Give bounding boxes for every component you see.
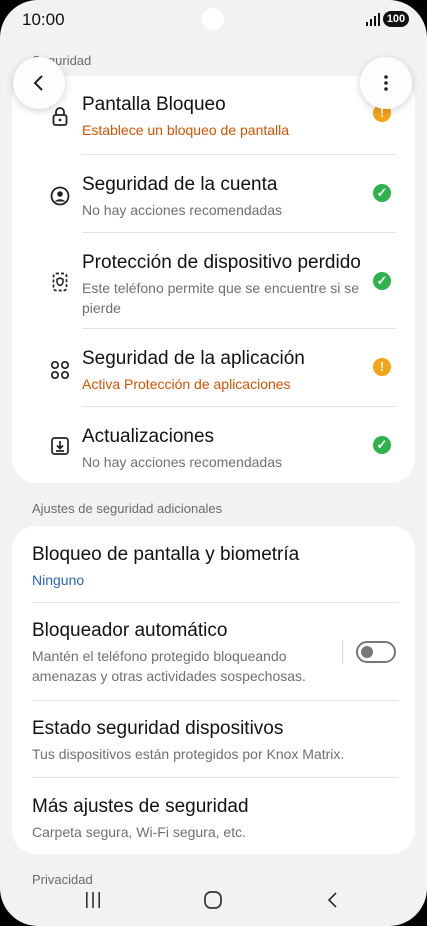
lock-icon — [52, 107, 68, 126]
item-subtitle: Activa Protección de aplicaciones — [82, 376, 291, 392]
item-subtitle: Establece un bloqueo de pantalla — [82, 122, 290, 138]
item-title: Actualizaciones — [82, 426, 215, 447]
screen: 10:00 100 Seguridad Pantalla Bloqueo Est… — [0, 0, 427, 926]
divider — [82, 328, 396, 329]
setting-subtitle: Mantén el teléfono protegido bloqueando … — [32, 648, 306, 684]
toggle-separator — [342, 640, 343, 664]
security-item-account[interactable]: Seguridad de la cuenta No hay acciones r… — [12, 170, 415, 230]
security-item-updates[interactable]: Actualizaciones No hay acciones recomend… — [12, 422, 415, 482]
item-title: Seguridad de la cuenta — [82, 174, 278, 195]
status-bar: 10:00 100 — [0, 0, 427, 40]
divider — [82, 232, 396, 233]
apps-icon — [50, 360, 70, 380]
update-icon — [51, 437, 69, 455]
chevron-left-icon — [33, 75, 43, 91]
home-button[interactable] — [198, 888, 228, 912]
security-item-lost-device[interactable]: Protección de dispositivo perdido Este t… — [12, 248, 415, 332]
check-icon: ✓ — [373, 436, 391, 454]
recent-apps-icon — [86, 892, 100, 908]
security-card: Pantalla Bloqueo Establece un bloqueo de… — [12, 76, 415, 483]
item-title: Seguridad de la aplicación — [82, 348, 305, 369]
additional-settings-card: Bloqueo de pantalla y biometría Ninguno … — [12, 526, 415, 854]
security-item-app-security[interactable]: Seguridad de la aplicación Activa Protec… — [12, 344, 415, 404]
camera-cutout — [202, 8, 224, 30]
security-item-screen-lock[interactable]: Pantalla Bloqueo Establece un bloqueo de… — [12, 90, 415, 150]
warning-icon: ! — [373, 358, 391, 376]
divider — [82, 406, 396, 407]
setting-auto-blocker[interactable]: Bloqueador automático Mantén el teléfono… — [12, 616, 415, 700]
check-icon: ✓ — [373, 272, 391, 290]
back-button[interactable] — [13, 57, 65, 109]
auto-blocker-toggle[interactable] — [356, 641, 396, 663]
setting-device-security-status[interactable]: Estado seguridad dispositivos Tus dispos… — [12, 714, 415, 776]
setting-subtitle: Tus dispositivos están protegidos por Kn… — [32, 746, 345, 762]
more-vertical-icon — [384, 75, 388, 91]
item-subtitle: No hay acciones recomendadas — [82, 454, 283, 470]
more-options-button[interactable] — [360, 57, 412, 109]
navigation-bar — [0, 880, 427, 926]
setting-more-security[interactable]: Más ajustes de seguridad Carpeta segura,… — [12, 792, 415, 854]
status-time: 10:00 — [22, 10, 65, 29]
recent-apps-button[interactable] — [78, 888, 108, 912]
home-icon — [204, 891, 222, 909]
battery-indicator: 100 — [383, 11, 409, 27]
section-title-additional: Ajustes de seguridad adicionales — [32, 501, 223, 516]
check-icon: ✓ — [373, 184, 391, 202]
item-title: Protección de dispositivo perdido — [82, 252, 361, 273]
lost-device-icon — [52, 272, 68, 292]
divider — [32, 777, 398, 778]
item-title: Pantalla Bloqueo — [82, 94, 226, 115]
setting-subtitle: Carpeta segura, Wi-Fi segura, etc. — [32, 824, 246, 840]
setting-subtitle: Ninguno — [32, 572, 85, 588]
setting-title: Estado seguridad dispositivos — [32, 718, 284, 739]
setting-title: Bloqueador automático — [32, 620, 228, 641]
divider — [32, 602, 398, 603]
divider — [32, 700, 398, 701]
signal-icon — [366, 13, 380, 26]
toggle-knob — [361, 646, 373, 658]
divider — [82, 154, 396, 155]
nav-back-button[interactable] — [318, 888, 348, 912]
setting-screen-lock-biometrics[interactable]: Bloqueo de pantalla y biometría Ninguno — [12, 540, 415, 602]
setting-title: Bloqueo de pantalla y biometría — [32, 544, 300, 565]
back-arrow-icon — [327, 892, 337, 908]
item-subtitle: No hay acciones recomendadas — [82, 202, 283, 218]
setting-title: Más ajustes de seguridad — [32, 796, 249, 817]
item-subtitle: Este teléfono permite que se encuentre s… — [82, 280, 360, 316]
account-icon — [50, 186, 70, 206]
